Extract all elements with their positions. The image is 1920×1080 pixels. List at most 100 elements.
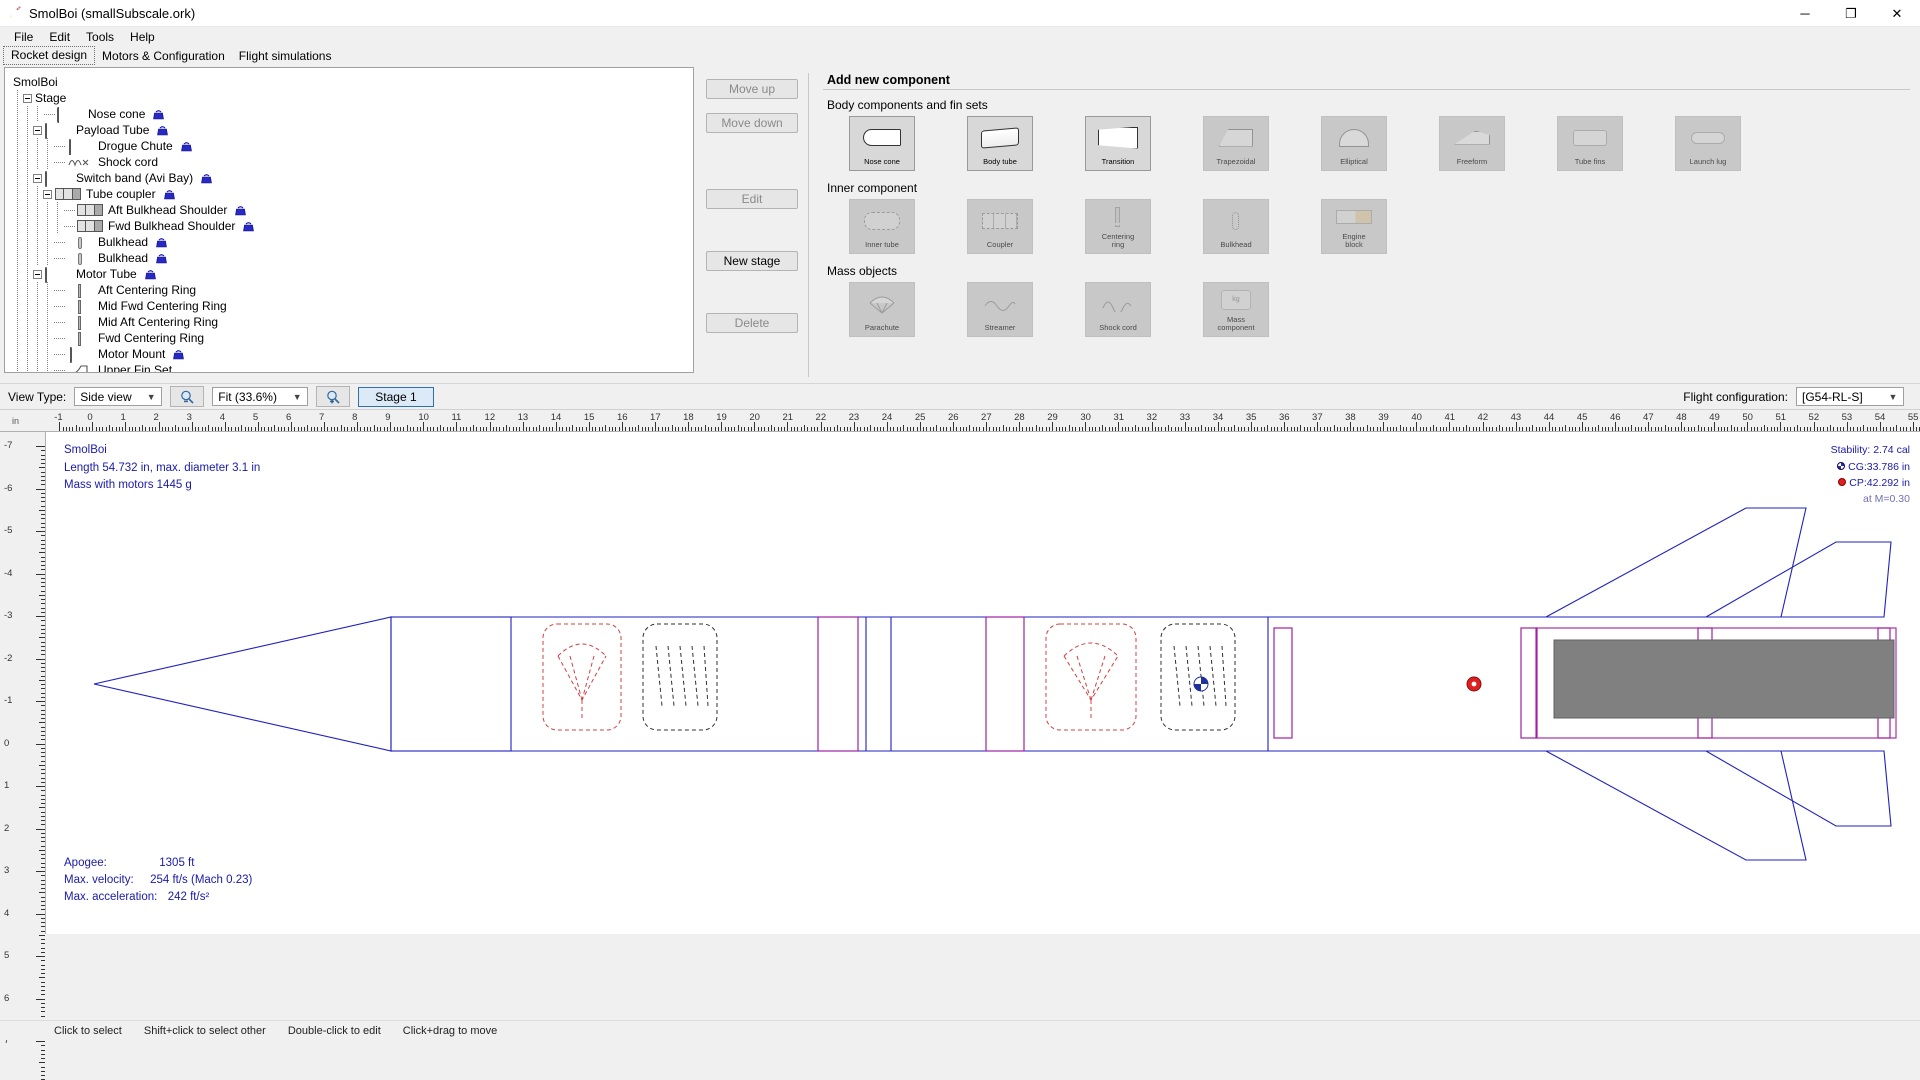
inner-tube-icon xyxy=(850,200,914,241)
tree-branch-icon xyxy=(53,317,67,327)
shock-cord-icon xyxy=(1086,283,1150,324)
move-down-button[interactable]: Move down xyxy=(706,113,798,133)
menu-edit[interactable]: Edit xyxy=(41,28,78,46)
tree-item[interactable]: Switch band (Avi Bay) xyxy=(13,170,693,186)
body-tube-icon xyxy=(45,268,71,281)
flight-configuration-select[interactable]: [G54-RL-S] ▼ xyxy=(1796,387,1904,406)
menu-file[interactable]: File xyxy=(6,28,41,46)
tree-item[interactable]: Bulkhead xyxy=(13,250,693,266)
edit-button[interactable]: Edit xyxy=(706,189,798,209)
zoom-level-select[interactable]: Fit (33.6%) ▼ xyxy=(212,387,308,406)
component-button-label: Centeringring xyxy=(1102,233,1135,249)
zoom-in-button[interactable] xyxy=(316,386,350,407)
tree-item[interactable]: Aft Centering Ring xyxy=(13,282,693,298)
collapse-toggle-icon[interactable] xyxy=(33,270,42,279)
move-up-button[interactable]: Move up xyxy=(706,79,798,99)
minimize-button[interactable]: ─ xyxy=(1782,0,1828,27)
tree-item[interactable]: Motor Mount xyxy=(13,346,693,362)
tree-item[interactable]: SmolBoi xyxy=(13,74,693,90)
menu-bar: File Edit Tools Help xyxy=(0,27,1920,47)
new-stage-button[interactable]: New stage xyxy=(706,251,798,271)
rocket-side-view-drawing[interactable] xyxy=(46,432,1920,932)
component-tree-panel[interactable]: SmolBoiStageNose conePayload TubeDrogue … xyxy=(4,67,694,373)
tree-item[interactable]: Upper Fin Set xyxy=(13,362,693,373)
ruler-tick-label: 4 xyxy=(4,908,9,919)
zoom-out-button[interactable] xyxy=(170,386,204,407)
tree-item[interactable]: Mid Fwd Centering Ring xyxy=(13,298,693,314)
collapse-toggle-icon[interactable] xyxy=(43,190,52,199)
rocket-canvas[interactable]: SmolBoi Length 54.732 in, max. diameter … xyxy=(46,432,1920,934)
menu-help[interactable]: Help xyxy=(122,28,163,46)
add-launch-lug-button: Launch lug xyxy=(1675,116,1741,171)
launch-lug-icon xyxy=(1676,117,1740,158)
tree-guide xyxy=(13,282,23,298)
menu-tools[interactable]: Tools xyxy=(78,28,122,46)
component-tree[interactable]: SmolBoiStageNose conePayload TubeDrogue … xyxy=(5,68,693,373)
tree-item[interactable]: Shock cord xyxy=(13,154,693,170)
tree-item[interactable]: Stage xyxy=(13,90,693,106)
tree-action-buttons: Move up Move down Edit New stage Delete xyxy=(694,67,804,383)
bulkhead-icon xyxy=(67,236,93,249)
fin-set-icon xyxy=(67,364,93,374)
tree-item[interactable]: Aft Bulkhead Shoulder xyxy=(13,202,693,218)
mass-override-icon xyxy=(145,269,156,280)
ruler-tick-label: -3 xyxy=(4,610,12,621)
tree-guide xyxy=(23,106,33,122)
tree-guide xyxy=(33,330,43,346)
tree-item[interactable]: Nose cone xyxy=(13,106,693,122)
tree-item[interactable]: Bulkhead xyxy=(13,234,693,250)
elliptical-icon xyxy=(1322,117,1386,158)
tree-guide xyxy=(33,314,43,330)
component-group-label: Body components and fin sets xyxy=(823,96,1910,116)
zoom-in-icon xyxy=(325,389,341,405)
tab-rocket-design[interactable]: Rocket design xyxy=(3,46,95,65)
tube-fins-icon xyxy=(1558,117,1622,158)
tab-flight-simulations[interactable]: Flight simulations xyxy=(232,48,339,65)
ruler-tick-label: -1 xyxy=(4,695,12,706)
component-button-row: Nose coneBody tubeTransitionTrapezoidalE… xyxy=(823,116,1910,171)
add-tube-fins-button: Tube fins xyxy=(1557,116,1623,171)
tree-guide xyxy=(23,154,33,170)
tree-guide xyxy=(13,170,23,186)
tree-guide xyxy=(33,138,43,154)
tree-item[interactable]: Fwd Centering Ring xyxy=(13,330,693,346)
add-bulkhead-button: Bulkhead xyxy=(1203,199,1269,254)
mass-override-icon xyxy=(164,189,175,200)
tree-branch-icon xyxy=(53,157,67,167)
collapse-toggle-icon[interactable] xyxy=(33,126,42,135)
collapse-toggle-icon[interactable] xyxy=(23,94,32,103)
component-group-label: Inner component xyxy=(823,179,1910,199)
add-transition-button[interactable]: Transition xyxy=(1085,116,1151,171)
stage-1-button[interactable]: Stage 1 xyxy=(358,387,433,407)
mass-override-icon xyxy=(181,141,192,152)
add-body-tube-button[interactable]: Body tube xyxy=(967,116,1033,171)
tree-guide xyxy=(53,218,63,234)
delete-button[interactable]: Delete xyxy=(706,313,798,333)
tree-item[interactable]: Mid Aft Centering Ring xyxy=(13,314,693,330)
tab-motors-configuration[interactable]: Motors & Configuration xyxy=(95,48,232,65)
tree-item[interactable]: Drogue Chute xyxy=(13,138,693,154)
tree-guide xyxy=(33,154,43,170)
tree-guide xyxy=(23,234,33,250)
cp-marker xyxy=(1467,677,1481,691)
tree-guide xyxy=(13,106,23,122)
tree-item-label: Payload Tube xyxy=(76,123,149,137)
view-type-select[interactable]: Side view ▼ xyxy=(74,387,162,406)
component-button-label: Tube fins xyxy=(1575,158,1606,166)
tree-item[interactable]: Payload Tube xyxy=(13,122,693,138)
rocket-figure-panel[interactable]: 0° -7-6-5-4-3-2-101234567 in -1012345678… xyxy=(0,409,1920,934)
tree-guide xyxy=(33,282,43,298)
close-button[interactable]: ✕ xyxy=(1874,0,1920,27)
tree-guide xyxy=(13,186,23,202)
add-nose-cone-button[interactable]: Nose cone xyxy=(849,116,915,171)
tree-item[interactable]: Fwd Bulkhead Shoulder xyxy=(13,218,693,234)
maximize-button[interactable]: ❐ xyxy=(1828,0,1874,27)
ruler-tick-label: -6 xyxy=(4,483,12,494)
tree-item[interactable]: Tube coupler xyxy=(13,186,693,202)
tree-guide xyxy=(33,202,43,218)
tube-coupler-icon xyxy=(55,188,81,201)
component-button-label: Parachute xyxy=(865,324,899,332)
tree-item[interactable]: Motor Tube xyxy=(13,266,693,282)
coupler-icon xyxy=(968,200,1032,241)
collapse-toggle-icon[interactable] xyxy=(33,174,42,183)
